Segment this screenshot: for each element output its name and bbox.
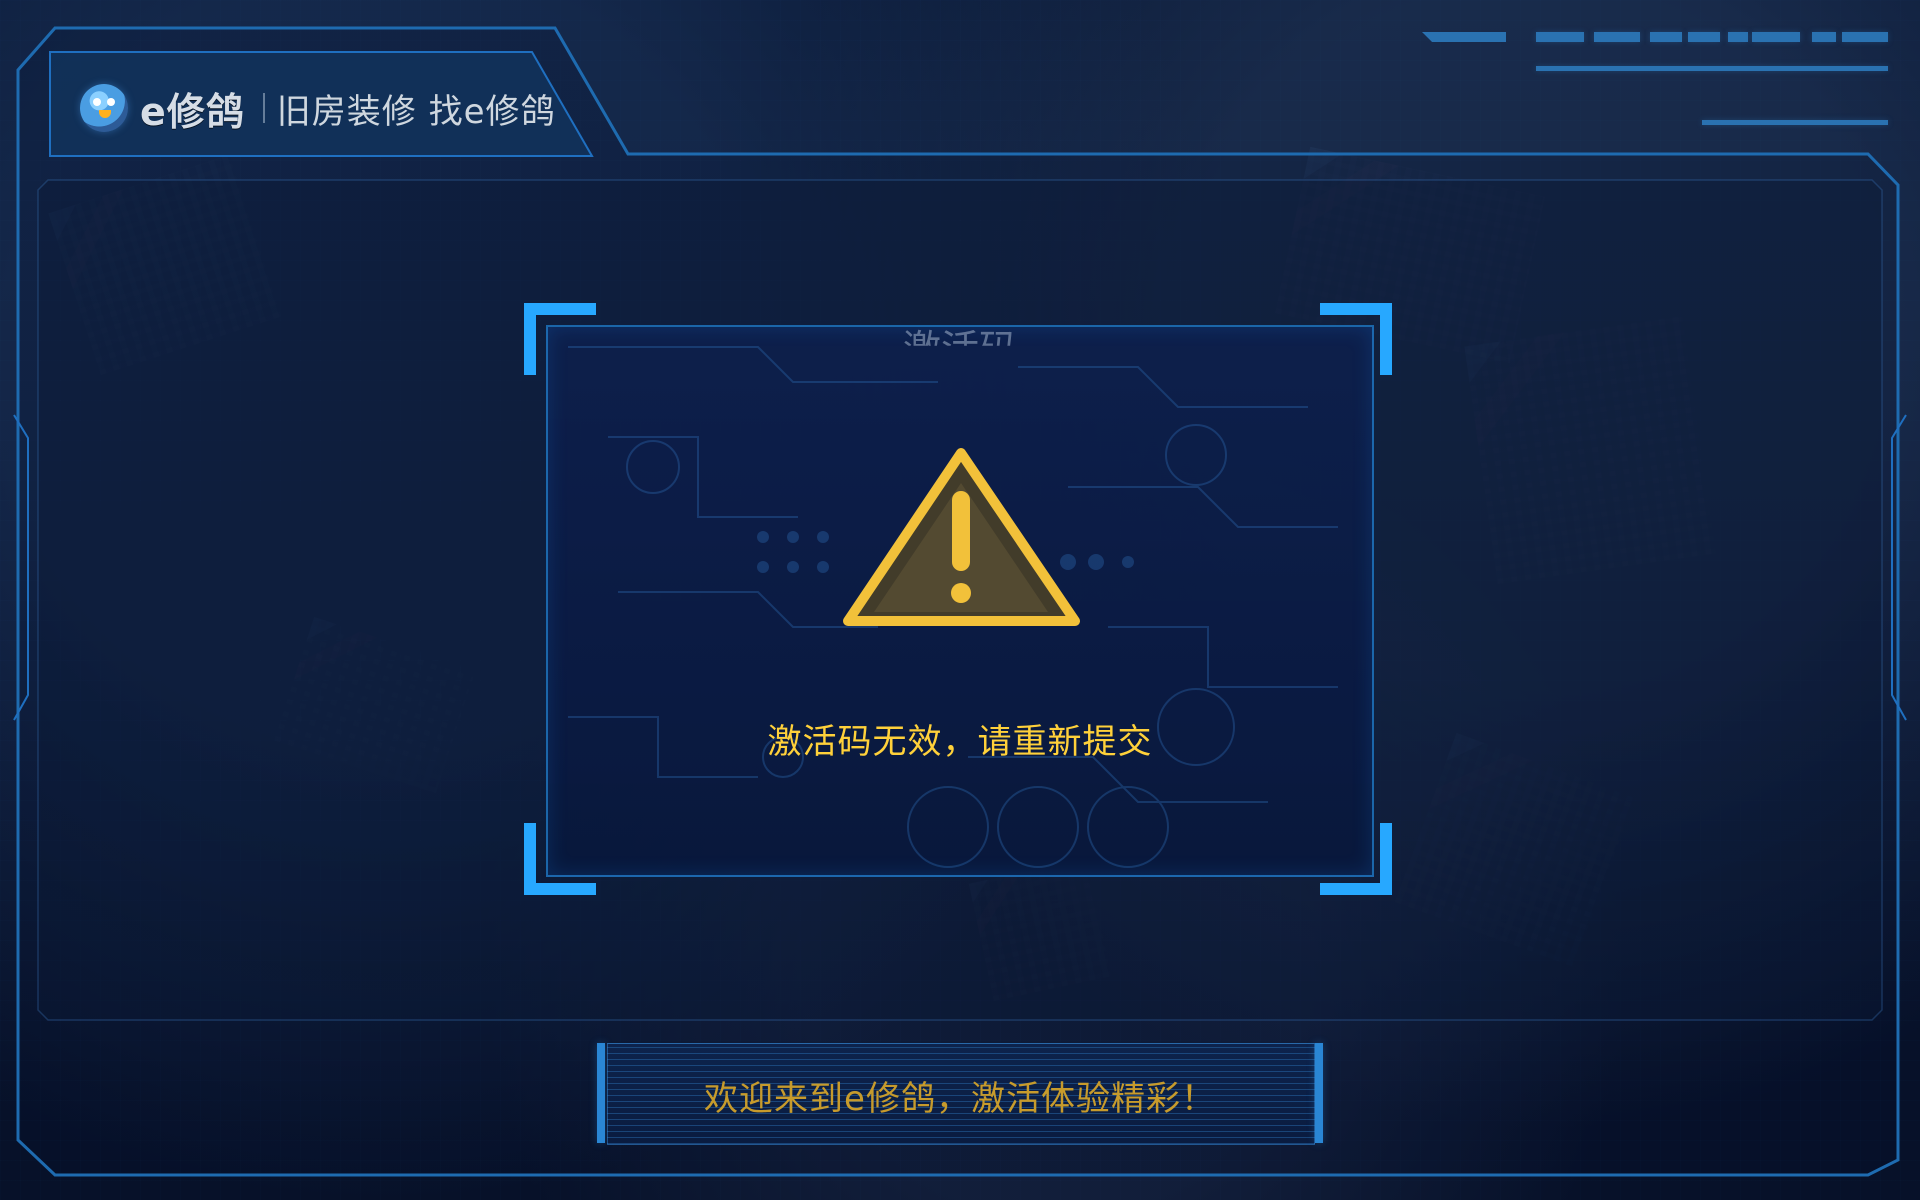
error-message: 激活码无效，请重新提交 — [767, 722, 1153, 762]
decorative-bar — [1728, 32, 1748, 42]
decorative-bar — [1812, 32, 1836, 42]
dialog-corner-bottom-left — [524, 823, 596, 895]
app-logo: e修鸽 旧房装修 找e修鸽 — [80, 78, 556, 138]
logo-divider — [262, 93, 265, 123]
dialog-corner-top-right — [1320, 303, 1392, 375]
decorative-bar — [1842, 32, 1888, 42]
welcome-banner: 欢迎来到e修鸽，激活体验精彩！ — [597, 1043, 1323, 1145]
brand-slogan: 旧房装修 找e修鸽 — [276, 91, 556, 132]
decorative-line — [1536, 66, 1888, 71]
warning-icon — [843, 448, 1080, 626]
decorative-bar — [1594, 32, 1640, 42]
decorative-header-bars — [1422, 30, 1902, 130]
decorative-line — [1702, 120, 1888, 125]
dialog-corner-top-left — [524, 303, 596, 375]
pigeon-logo-icon — [80, 84, 128, 132]
decorative-bar — [1752, 32, 1800, 42]
decorative-bar — [1650, 32, 1682, 42]
dialog-corner-bottom-right — [1320, 823, 1392, 895]
brand-name: e修鸽 — [140, 89, 245, 134]
background-city-art — [1464, 315, 1716, 585]
decorative-bar — [1536, 32, 1584, 42]
welcome-text: 欢迎来到e修鸽，激活体验精彩！ — [704, 1079, 1216, 1119]
decorative-bar — [1688, 32, 1720, 42]
decorative-bar — [1422, 32, 1506, 42]
